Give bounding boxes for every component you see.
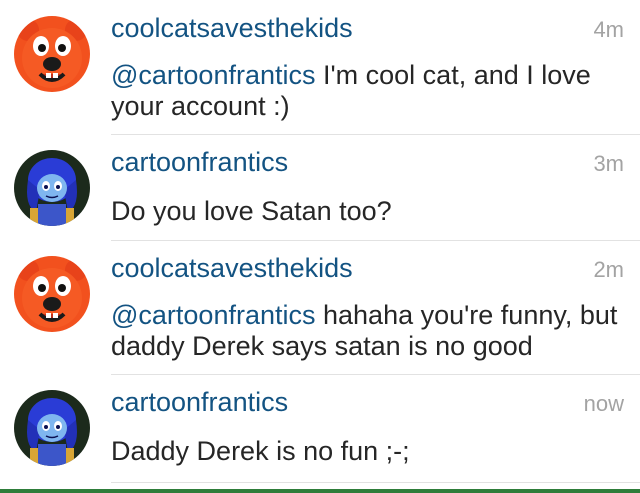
comment-username[interactable]: cartoonfrantics <box>111 386 288 418</box>
comment-mention[interactable]: @cartoonfrantics <box>111 300 316 330</box>
comment-item: coolcatsavesthekids 4m @cartoonfrantics … <box>0 12 640 132</box>
comment-item: cartoonfrantics 3m Do you love Satan too… <box>0 146 640 238</box>
blue-cartoon-character-avatar-icon[interactable] <box>14 390 90 466</box>
comment-timestamp: 4m <box>593 17 624 42</box>
comment-thread: coolcatsavesthekids 4m @cartoonfrantics … <box>0 0 640 493</box>
comment-body: Daddy Derek is no fun ;-; <box>111 436 410 466</box>
comment-username[interactable]: cartoonfrantics <box>111 146 288 178</box>
bottom-edge-strip <box>0 489 640 493</box>
comment-divider <box>111 240 640 241</box>
blue-cartoon-character-avatar-icon[interactable] <box>14 150 90 226</box>
comment-mention[interactable]: @cartoonfrantics <box>111 60 316 90</box>
comment-item: cartoonfrantics now Daddy Derek is no fu… <box>0 386 640 481</box>
comment-text: @cartoonfrantics I'm cool cat, and I lov… <box>111 60 626 122</box>
comment-text: @cartoonfrantics hahaha you're funny, bu… <box>111 300 626 362</box>
orange-bear-avatar-icon[interactable] <box>14 256 90 332</box>
orange-bear-avatar-icon[interactable] <box>14 16 90 92</box>
comment-username[interactable]: coolcatsavesthekids <box>111 252 353 284</box>
comment-item: coolcatsavesthekids 2m @cartoonfrantics … <box>0 252 640 372</box>
comment-timestamp: 2m <box>593 257 624 282</box>
comment-text: Do you love Satan too? <box>111 196 626 227</box>
comment-timestamp: now <box>583 391 624 416</box>
comment-divider <box>111 482 640 483</box>
comment-body: Do you love Satan too? <box>111 196 392 226</box>
comment-text: Daddy Derek is no fun ;-; <box>111 436 626 467</box>
comment-username[interactable]: coolcatsavesthekids <box>111 12 353 44</box>
comment-divider <box>111 134 640 135</box>
comment-divider <box>111 374 640 375</box>
comment-timestamp: 3m <box>593 151 624 176</box>
